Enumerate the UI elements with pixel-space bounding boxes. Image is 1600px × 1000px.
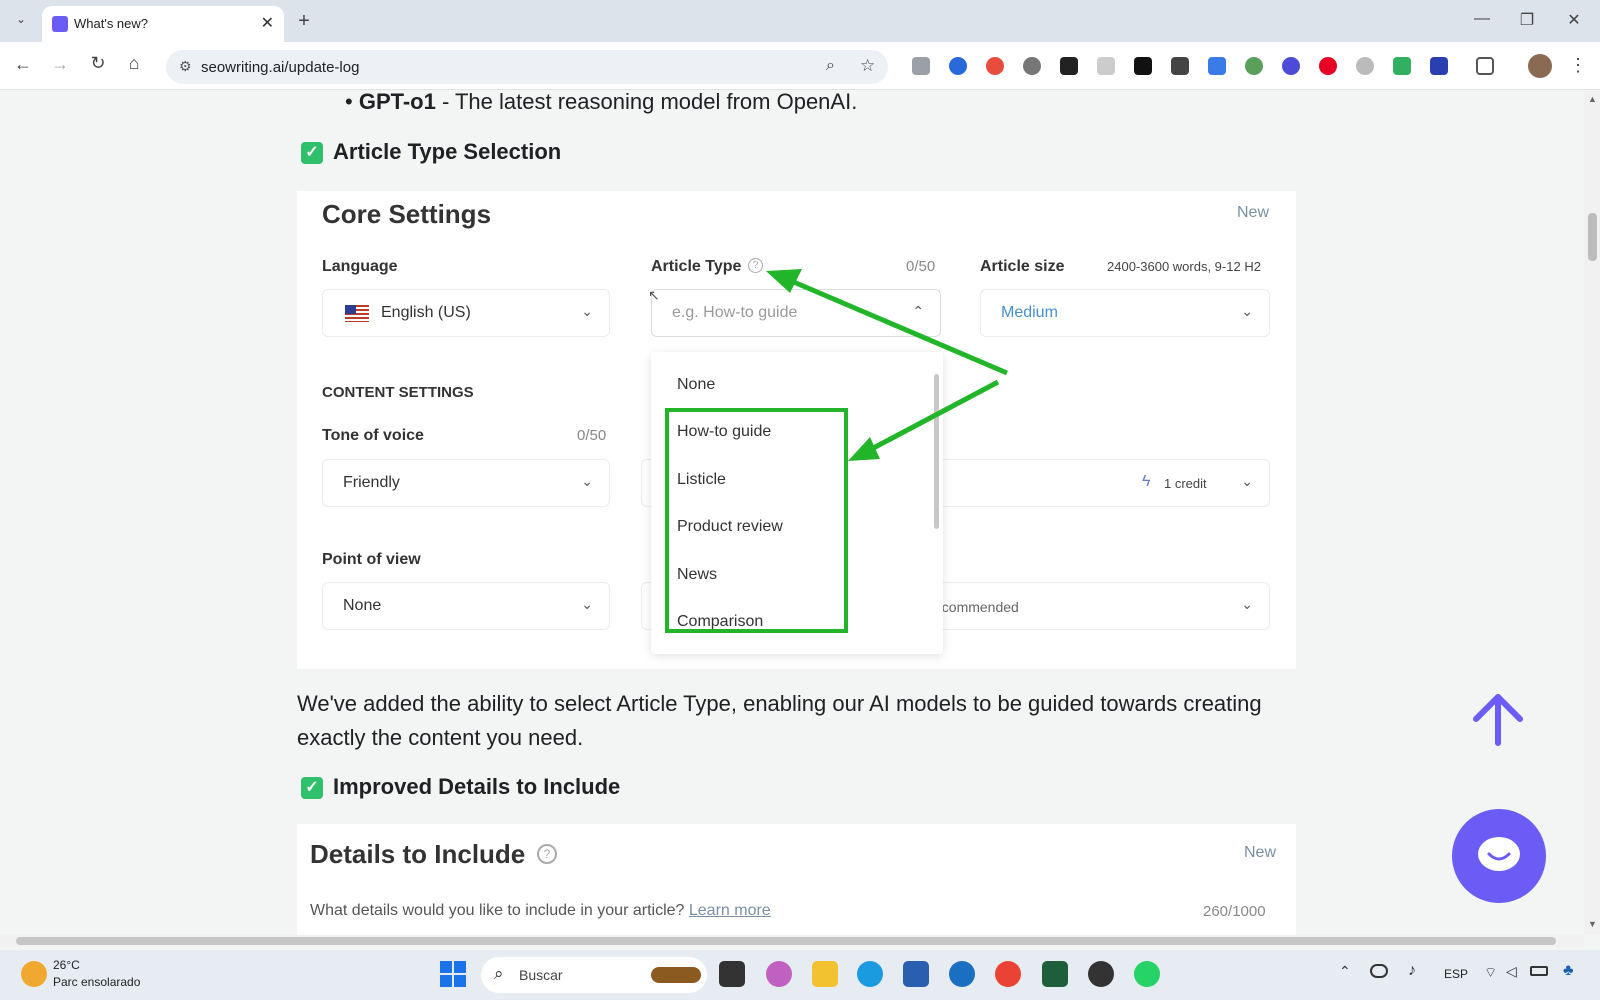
help-icon[interactable]: ?: [537, 844, 557, 864]
color-extension-icon[interactable]: [986, 57, 1004, 75]
arrow-head-lower: [848, 437, 880, 461]
page-content: • GPT-o1 - The latest reasoning model fr…: [0, 91, 1584, 935]
vertical-scroll-thumb[interactable]: [1588, 213, 1597, 261]
arrow-line-lower: [862, 379, 1000, 456]
store-icon[interactable]: [903, 961, 929, 987]
edge-icon[interactable]: [857, 961, 883, 987]
extension-icon[interactable]: [949, 57, 967, 75]
tab-whats-new[interactable]: What's new? ✕: [42, 6, 284, 42]
windows-start-icon[interactable]: [440, 961, 466, 987]
gear-extension-icon[interactable]: [1282, 57, 1300, 75]
new-tab-button[interactable]: +: [292, 10, 316, 33]
dell-icon[interactable]: [949, 961, 975, 987]
mouse-cursor-icon: ↖: [648, 287, 660, 303]
tab-title: What's new?: [74, 16, 149, 31]
zoom-icon[interactable]: ⌕: [826, 57, 835, 75]
weather-temperature: 26°C: [53, 958, 80, 972]
app-icon[interactable]: [1042, 961, 1068, 987]
tab-search-icon[interactable]: ⌄: [9, 12, 33, 26]
arrow-line-upper: [781, 274, 1008, 376]
volume-icon[interactable]: ◁: [1506, 963, 1517, 980]
details-counter: 260/1000: [1203, 903, 1266, 920]
learn-more-link[interactable]: Learn more: [689, 902, 771, 919]
copilot-icon[interactable]: [766, 961, 792, 987]
weather-description: Parc ensolarado: [53, 975, 141, 989]
windows-taskbar: 26°C Parc ensolarado ⌕ Buscar ⌃ ♪ ESP ⌔ …: [0, 950, 1600, 1000]
search-extension-icon[interactable]: [1023, 57, 1041, 75]
details-card: Details to Include ? New What details wo…: [297, 824, 1296, 935]
scroll-to-top-icon[interactable]: [1470, 691, 1526, 747]
site-info-icon[interactable]: ⚙: [179, 58, 192, 75]
checkbox-checked-icon: ✓: [301, 777, 323, 799]
search-icon: ⌕: [494, 964, 504, 983]
details-prompt: What details would you like to include i…: [310, 902, 771, 920]
address-bar[interactable]: ⚙ seowriting.ai/update-log ⌕ ☆: [166, 50, 888, 84]
file-explorer-icon[interactable]: [812, 961, 838, 987]
url-text: seowriting.ai/update-log: [201, 59, 360, 76]
translate-extension-icon[interactable]: [1208, 57, 1226, 75]
plus-extension-icon[interactable]: [1393, 57, 1411, 75]
new-badge: New: [1244, 844, 1277, 861]
profile-avatar[interactable]: [1528, 54, 1552, 78]
menu-kebab-icon[interactable]: ⋮: [1566, 55, 1590, 76]
horizontal-scroll-thumb[interactable]: [16, 937, 1556, 945]
extensions-puzzle-icon[interactable]: [1476, 57, 1494, 75]
input-language[interactable]: ESP: [1444, 967, 1468, 981]
details-title: Details to Include: [310, 839, 526, 869]
blue-extension-icon[interactable]: [1430, 57, 1448, 75]
favicon-icon: [52, 16, 68, 32]
search-highlight-image: [651, 967, 701, 983]
close-window-button[interactable]: ✕: [1562, 10, 1586, 30]
chrome-icon[interactable]: [995, 961, 1021, 987]
chat-bubble-icon: [1478, 837, 1520, 871]
media-app-icon[interactable]: [1088, 961, 1114, 987]
tray-chevron-up-icon[interactable]: ⌃: [1339, 963, 1351, 980]
forward-icon[interactable]: →: [48, 54, 72, 75]
compass-extension-icon[interactable]: [1356, 57, 1374, 75]
tool-extension-icon[interactable]: [1245, 57, 1263, 75]
tab-close-icon[interactable]: ✕: [261, 13, 274, 33]
markdown-extension-icon[interactable]: [1134, 57, 1152, 75]
pinterest-icon[interactable]: [1319, 57, 1337, 75]
battery-icon[interactable]: [1530, 966, 1548, 976]
section-title-details: Improved Details to Include: [333, 774, 621, 799]
restore-button[interactable]: ❐: [1515, 10, 1539, 30]
browser-tab-bar: ⌄ What's new? ✕ + — ❐ ✕: [0, 0, 1600, 42]
back-icon[interactable]: ←: [11, 54, 35, 75]
reload-icon[interactable]: ↻: [86, 53, 110, 74]
microphone-icon[interactable]: ♪: [1408, 962, 1416, 980]
weather-icon[interactable]: [21, 961, 47, 987]
download-extension-icon[interactable]: [1097, 57, 1115, 75]
whatsapp-icon[interactable]: [1134, 961, 1160, 987]
article-type-description: We've added the ability to select Articl…: [297, 691, 1262, 750]
details-prompt-text: What details would you like to include i…: [310, 902, 685, 919]
font-extension-icon[interactable]: [1060, 57, 1078, 75]
horizontal-scrollbar[interactable]: [0, 935, 1584, 947]
home-icon[interactable]: ⌂: [122, 53, 146, 74]
chat-widget-button[interactable]: [1452, 809, 1546, 903]
heading-extension-icon[interactable]: [1171, 57, 1189, 75]
taskbar-search-placeholder: Buscar: [519, 967, 563, 983]
onedrive-icon[interactable]: [1370, 964, 1388, 978]
vertical-scrollbar[interactable]: ▲ ▼: [1584, 91, 1600, 935]
wifi-icon[interactable]: ⌔: [1484, 964, 1497, 982]
notification-bell-icon[interactable]: ♣: [1563, 962, 1574, 980]
bookmark-star-icon[interactable]: ☆: [860, 56, 875, 76]
minimize-button[interactable]: —: [1470, 10, 1494, 28]
taskbar-search[interactable]: ⌕ Buscar: [481, 957, 707, 993]
camera-extension-icon[interactable]: [912, 57, 930, 75]
task-view-icon[interactable]: [719, 961, 745, 987]
annotation-arrows: [766, 269, 1008, 461]
